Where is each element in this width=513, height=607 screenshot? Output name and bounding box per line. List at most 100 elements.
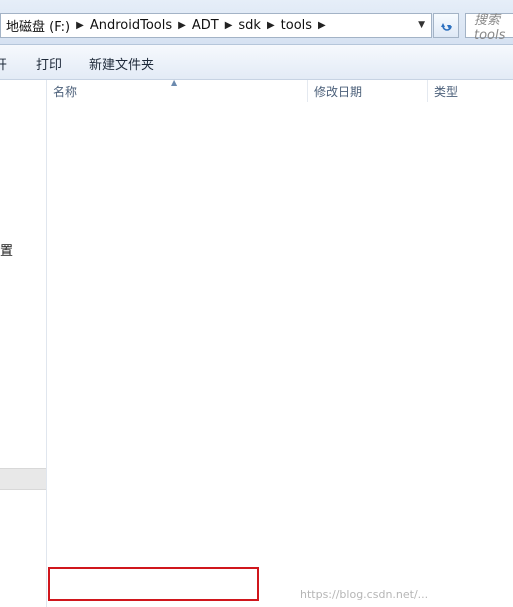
chevron-down-icon[interactable]: ▼ [418, 20, 425, 30]
nav-item-selected[interactable] [0, 468, 46, 490]
batch-file-icon [55, 160, 70, 175]
column-header-type[interactable]: 类型 [434, 83, 458, 100]
file-type: 应用程序 [434, 246, 485, 261]
chevron-right-icon[interactable]: ▶ [177, 20, 187, 31]
file-type: 应用程序 [434, 351, 485, 366]
file-name: monkeyrunner.bat [74, 495, 189, 510]
file-date: 2019/7/31 21:54 [314, 222, 419, 237]
file-row[interactable]: templates 2019/7/31 21:54 文件夹 [47, 136, 513, 157]
android-icon [55, 328, 70, 343]
file-row[interactable]: emulator.exe 2019/7/31 21:54 应用程序 [47, 220, 513, 241]
navigation-pane[interactable]: 置 [0, 80, 47, 607]
file-row[interactable]: hierarchyviewer.bat 2019/7/31 21:54 Window… [47, 388, 513, 409]
file-name: emulator64-ranchu-mips64.exe [74, 264, 272, 279]
column-header-name[interactable]: 名称 [53, 83, 77, 100]
chevron-right-icon[interactable]: ▶ [317, 20, 327, 31]
file-date: 2019/7/31 21:54 [314, 453, 419, 468]
column-divider[interactable] [427, 80, 428, 102]
print-button[interactable]: 打印 [36, 54, 62, 73]
file-date: 2019/7/31 21:54 [314, 201, 419, 216]
android-icon [55, 349, 70, 364]
file-name: NOTICE.txt [74, 516, 143, 531]
file-date: 2019/7/31 21:54 [314, 495, 419, 510]
file-type: Windows 批处 [434, 414, 513, 429]
file-row[interactable]: emulator-mips.exe 2019/7/31 21:54 应用程序 [47, 304, 513, 325]
file-type: 应用程序 [434, 330, 485, 345]
file-row[interactable]: emulator-ranchu-arm64.exe 2019/7/31 21:54… [47, 325, 513, 346]
file-row[interactable]: jobb.bat 2019/7/31 21:54 Windows 批处 [47, 409, 513, 430]
new-folder-button[interactable]: 新建文件夹 [89, 54, 154, 73]
folder-icon [55, 118, 70, 133]
file-row[interactable]: mksdcard.exe 2019/7/31 21:54 应用程序 [47, 451, 513, 472]
column-headers: ▲ 名称 修改日期 类型 [47, 78, 513, 102]
file-name: emulator-x86.exe [74, 369, 184, 384]
breadcrumb-drive[interactable]: 地磁盘 (F:) [1, 16, 75, 35]
file-date: 2019/7/31 21:54 [314, 474, 419, 489]
breadcrumb-tools[interactable]: tools [276, 18, 317, 33]
breadcrumb-adt[interactable]: ADT [187, 18, 224, 33]
file-date: 2019/7/31 21:54 [314, 537, 419, 552]
file-name: emulator-mips.exe [74, 306, 191, 321]
file-row[interactable]: emulator64-ranchu-arm64.exe 2019/7/31 21:… [47, 241, 513, 262]
file-row[interactable]: draw9patch.bat 2019/7/31 21:54 Windows 批处 [47, 199, 513, 220]
chevron-right-icon[interactable]: ▶ [75, 20, 85, 31]
column-header-date[interactable]: 修改日期 [314, 83, 362, 100]
file-row[interactable]: ddms.bat 2019/7/31 21:54 Windows 批处 [47, 178, 513, 199]
chevron-right-icon[interactable]: ▶ [266, 20, 276, 31]
text-file-icon [55, 517, 70, 532]
file-row[interactable]: NOTICE.txt 2019/7/31 21:54 文本文档 [47, 514, 513, 535]
folder-icon [55, 139, 70, 154]
file-row[interactable]: emulator-x86.exe 2019/7/31 21:54 应用程序 [47, 367, 513, 388]
file-name: support [74, 117, 122, 132]
file-type: Windows 批处 [434, 204, 513, 219]
file-row[interactable]: source.properties 2019/7/31 21:54 PROPERTI… [47, 535, 513, 556]
file-date: 2019/7/31 21:54 [314, 243, 419, 258]
file-date: 2019/7/31 21:54 [314, 264, 419, 279]
batch-file-icon [55, 475, 70, 490]
file-row[interactable]: lint.bat 2019/7/31 21:54 Windows 批处 [47, 430, 513, 451]
file-name: draw9patch.bat [74, 201, 173, 216]
file-type: 文件夹 [434, 120, 472, 135]
file-row[interactable]: support 2019/7/31 21:54 文件夹 [47, 115, 513, 136]
highlight-box [48, 567, 259, 601]
refresh-button[interactable] [433, 13, 459, 38]
batch-file-icon [55, 181, 70, 196]
search-input[interactable]: 搜索 tools [465, 13, 513, 43]
file-row[interactable]: android.bat 2019/7/31 21:54 Windows 批处 [47, 157, 513, 178]
nav-item-partial[interactable]: 置 [0, 240, 13, 259]
file-type: Windows 批处 [434, 561, 513, 576]
file-type: Windows 批处 [434, 393, 513, 408]
file-name: hierarchyviewer.bat [74, 390, 198, 405]
file-row[interactable]: emulator64-ranchu-mips64.exe 2019/7/31 21… [47, 262, 513, 283]
console-app-icon [55, 454, 70, 469]
file-type: 文本文档 [434, 519, 485, 534]
android-icon [55, 286, 70, 301]
file-name: mksdcard.exe [74, 453, 162, 468]
column-divider[interactable] [307, 80, 308, 102]
file-name: emulator.exe [74, 222, 156, 237]
file-type: Windows 批处 [434, 162, 513, 177]
file-type: 应用程序 [434, 288, 485, 303]
file-name: emulator-ranchu-mips64.exe [74, 348, 255, 363]
file-row[interactable]: emulator-ranchu-mips64.exe 2019/7/31 21:5… [47, 346, 513, 367]
toolbar: 开 打印 新建文件夹 [0, 45, 513, 80]
batch-file-icon [55, 412, 70, 427]
address-bar: 地磁盘 (F:) ▶ AndroidTools ▶ ADT ▶ sdk ▶ to… [0, 0, 513, 45]
file-date: 2019/7/31 21:54 [314, 159, 419, 174]
file-row[interactable]: monitor.bat 2019/7/31 21:54 Windows 批处 [47, 472, 513, 493]
batch-file-icon [55, 433, 70, 448]
file-type: Windows 批处 [434, 582, 513, 597]
file-date: 2019/7/31 21:54 [314, 285, 419, 300]
chevron-right-icon[interactable]: ▶ [224, 20, 234, 31]
breadcrumb-sdk[interactable]: sdk [233, 18, 266, 33]
file-type: Windows 批处 [434, 183, 513, 198]
breadcrumb-androidtools[interactable]: AndroidTools [85, 18, 177, 33]
file-type: PROPERTIES 文 [434, 540, 511, 555]
file-date: 2019/7/31 21:54 [314, 390, 419, 405]
breadcrumb[interactable]: 地磁盘 (F:) ▶ AndroidTools ▶ ADT ▶ sdk ▶ to… [0, 13, 432, 38]
file-type: 应用程序 [434, 267, 485, 282]
file-row[interactable]: emulator-arm.exe 2019/7/31 21:54 应用程序 [47, 283, 513, 304]
file-name: lint.bat [74, 432, 119, 447]
open-button[interactable]: 开 [0, 54, 7, 73]
file-row[interactable]: monkeyrunner.bat 2019/7/31 21:54 Windows 批… [47, 493, 513, 514]
